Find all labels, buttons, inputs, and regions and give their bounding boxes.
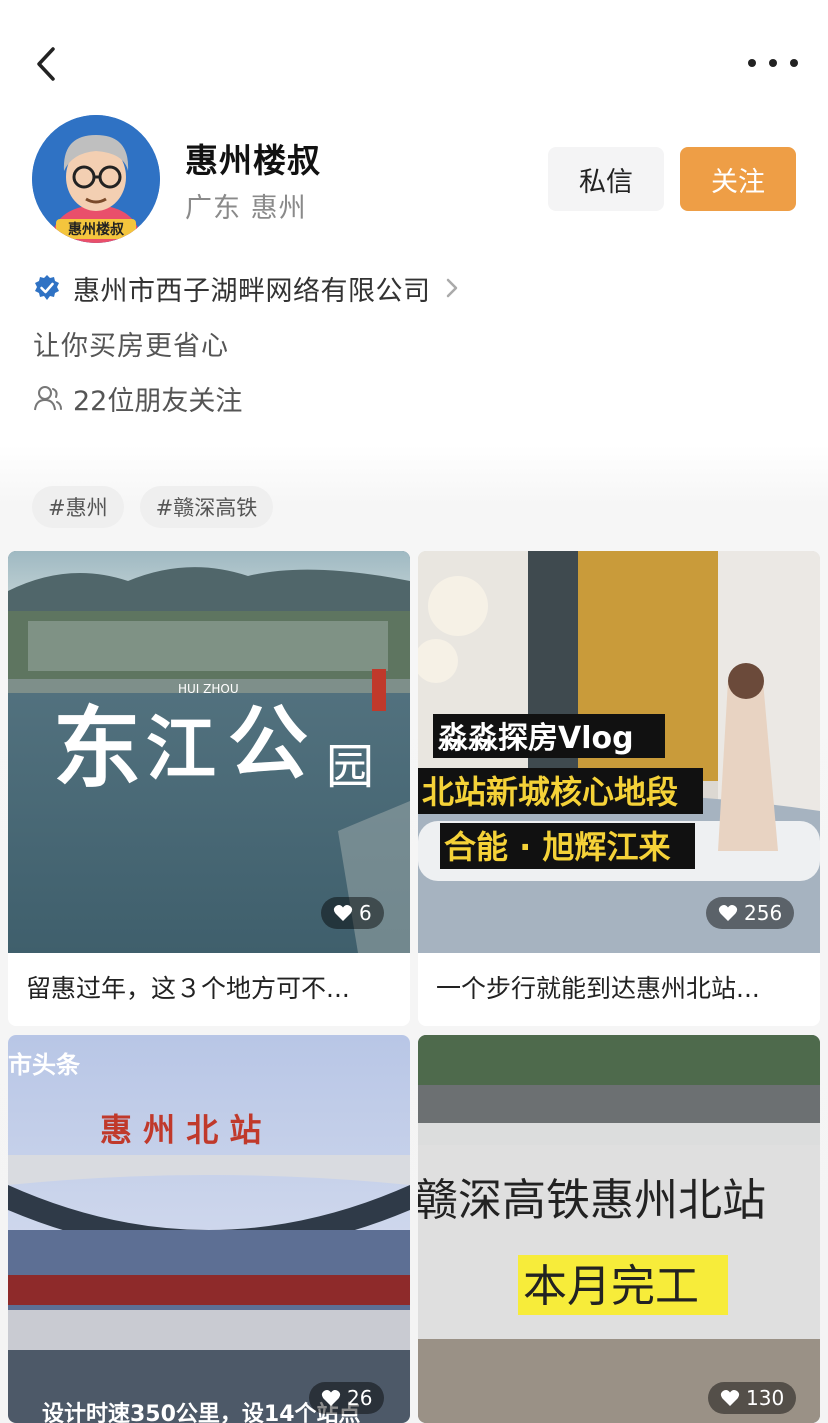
post-card[interactable]: HUI ZHOU 东 江 公 园 6 留惠过年，这３个地方可不... xyxy=(8,551,410,1026)
post-card[interactable]: 赣深高铁惠州北站 本月完工 130 xyxy=(418,1035,820,1423)
tag-list: #惠州 #赣深高铁 xyxy=(32,486,274,528)
image-text-sub: HUI ZHOU xyxy=(178,682,239,696)
more-icon xyxy=(748,59,756,67)
more-button[interactable] xyxy=(748,50,798,76)
image-text-char: 东 xyxy=(53,696,141,800)
message-button[interactable]: 私信 xyxy=(548,147,664,211)
avatar[interactable]: 惠州楼叔 xyxy=(32,115,160,243)
more-icon-dot xyxy=(769,59,777,67)
profile-bio: 让你买房更省心 xyxy=(33,331,229,362)
top-bar xyxy=(0,0,828,120)
more-icon-dot xyxy=(790,59,798,67)
image-text-line: 北站新城核心地段 xyxy=(422,773,678,811)
post-title: 一个步行就能到达惠州北站... xyxy=(436,974,760,1003)
post-image: 淼淼探房Vlog 北站新城核心地段 合能 · 旭辉江来 xyxy=(418,551,820,953)
tag-huizhou[interactable]: #惠州 xyxy=(32,486,124,528)
follow-button[interactable]: 关注 xyxy=(680,147,796,211)
chevron-left-icon xyxy=(37,47,55,81)
image-text-line: 市头条 xyxy=(8,1051,81,1079)
tag-ganshen-railway[interactable]: #赣深高铁 xyxy=(139,486,274,528)
image-text-char: 江 xyxy=(146,707,216,790)
like-count-badge: 130 xyxy=(708,1382,797,1414)
heart-icon xyxy=(720,1390,740,1406)
image-text-line: 赣深高铁惠州北站 xyxy=(418,1175,766,1226)
heart-icon xyxy=(333,905,353,921)
post-card[interactable]: 市头条 惠 州 北 站 设计时速350公里，设14个站点 26 xyxy=(8,1035,410,1423)
like-count: 130 xyxy=(746,1386,785,1410)
like-count-badge: 256 xyxy=(706,897,795,929)
chevron-right-icon xyxy=(446,278,457,298)
like-count-badge: 26 xyxy=(309,1382,385,1414)
image-text-line: 惠 州 北 站 xyxy=(100,1111,261,1149)
post-card[interactable]: 淼淼探房Vlog 北站新城核心地段 合能 · 旭辉江来 256 一个步行就能到达… xyxy=(418,551,820,1026)
post-title: 留惠过年，这３个地方可不... xyxy=(26,974,350,1003)
like-count: 26 xyxy=(347,1386,373,1410)
heart-icon xyxy=(321,1390,341,1406)
friends-count: 22位朋友关注 xyxy=(73,385,243,417)
back-button[interactable] xyxy=(26,40,66,88)
company-verification[interactable]: 惠州市西子湖畔网络有限公司 xyxy=(33,268,459,308)
post-image: 市头条 惠 州 北 站 设计时速350公里，设14个站点 xyxy=(8,1035,410,1423)
image-text-line: 合能 · 旭辉江来 xyxy=(444,828,670,866)
friends-following[interactable]: 22位朋友关注 xyxy=(33,378,242,418)
verified-badge-icon xyxy=(35,275,59,300)
like-count: 6 xyxy=(359,901,372,925)
avatar-caption: 惠州楼叔 xyxy=(68,221,125,238)
image-text-char: 公 xyxy=(228,696,308,790)
avatar-illustration: 惠州楼叔 xyxy=(32,115,160,243)
profile-name: 惠州楼叔 xyxy=(185,141,321,180)
post-image: 赣深高铁惠州北站 本月完工 xyxy=(418,1035,820,1423)
image-text-char: 园 xyxy=(326,739,374,795)
like-count: 256 xyxy=(744,901,783,925)
company-name: 惠州市西子湖畔网络有限公司 xyxy=(73,275,431,307)
profile-location: 广东 惠州 xyxy=(185,193,307,224)
friends-icon xyxy=(34,386,62,411)
heart-icon xyxy=(718,905,738,921)
post-image: HUI ZHOU 东 江 公 园 xyxy=(8,551,410,953)
image-text-line: 本月完工 xyxy=(523,1261,699,1312)
like-count-badge: 6 xyxy=(321,897,384,929)
image-text-line: 淼淼探房Vlog xyxy=(437,721,634,756)
